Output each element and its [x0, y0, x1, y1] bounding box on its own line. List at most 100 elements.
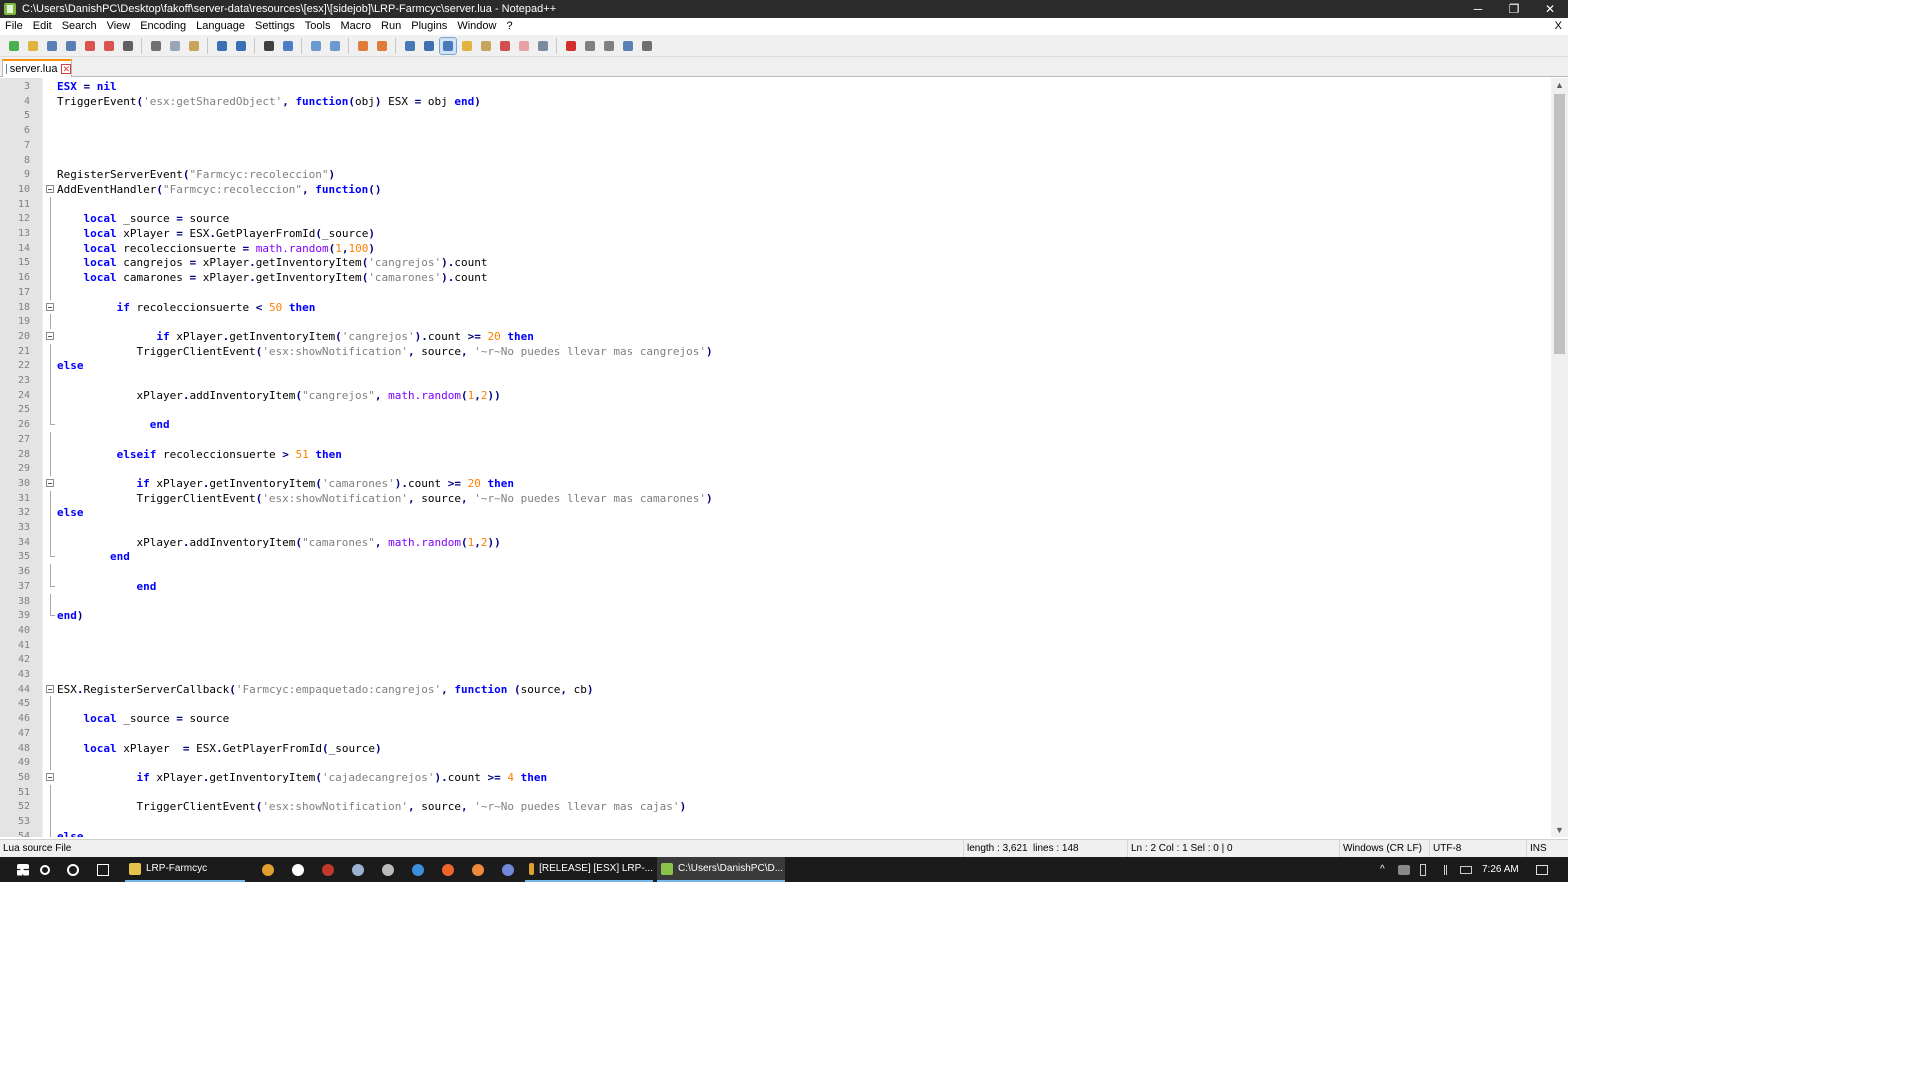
game-icon[interactable]	[313, 857, 343, 882]
code-line[interactable]: 16 local camarones = xPlayer.getInventor…	[0, 270, 1550, 286]
code-line[interactable]: 15 local cangrejos = xPlayer.getInventor…	[0, 255, 1550, 271]
code-text[interactable]: RegisterServerEvent("Farmcyc:recoleccion…	[57, 167, 335, 182]
folder-workspace-icon[interactable]	[516, 38, 532, 54]
browser-icon[interactable]	[463, 857, 493, 882]
run-macro-multiple-icon[interactable]	[620, 38, 636, 54]
code-line[interactable]: 50 if xPlayer.getInventoryItem('cajadeca…	[0, 770, 1550, 785]
vertical-scrollbar[interactable]: ▲ ▼	[1551, 78, 1568, 837]
replace-icon[interactable]	[280, 38, 296, 54]
code-line[interactable]: 51	[0, 784, 1550, 800]
code-text[interactable]: xPlayer.addInventoryItem("cangrejos", ma…	[57, 388, 500, 403]
code-text[interactable]: TriggerClientEvent('esx:showNotification…	[57, 491, 712, 506]
close-document-button[interactable]: X	[1555, 18, 1562, 35]
code-line[interactable]: 13 local xPlayer = ESX.GetPlayerFromId(_…	[0, 226, 1550, 241]
code-text[interactable]: else	[57, 505, 84, 520]
cortana-icon[interactable]	[58, 857, 88, 882]
code-text[interactable]: TriggerEvent('esx:getSharedObject', func…	[57, 94, 481, 109]
save-macro-icon[interactable]	[639, 38, 655, 54]
code-text[interactable]: xPlayer.addInventoryItem("camarones", ma…	[57, 535, 500, 550]
code-line[interactable]: 4 TriggerEvent('esx:getSharedObject', fun…	[0, 94, 1550, 109]
code-line[interactable]: 29	[0, 461, 1550, 477]
display-icon[interactable]	[1460, 866, 1472, 874]
zoom-in-icon[interactable]	[308, 38, 324, 54]
code-text[interactable]: else	[57, 358, 84, 373]
new-file-icon[interactable]	[6, 38, 22, 54]
code-line[interactable]: 45	[0, 696, 1550, 712]
fold-toggle-icon[interactable]	[46, 184, 54, 193]
doc-map-icon[interactable]	[478, 38, 494, 54]
tab-server-lua[interactable]: server.lua ✕	[2, 59, 72, 77]
menu-help[interactable]: ?	[501, 18, 517, 35]
volume-icon[interactable]	[1437, 865, 1447, 875]
notification-center-icon[interactable]	[1536, 865, 1548, 875]
show-all-chars-icon[interactable]	[421, 38, 437, 54]
code-text[interactable]: local xPlayer = ESX.GetPlayerFromId(_sou…	[57, 226, 375, 241]
code-line[interactable]: 7	[0, 138, 1550, 153]
taskbar-app-folder[interactable]: LRP-Farmcyc	[125, 857, 245, 882]
fold-toggle-icon[interactable]	[46, 302, 54, 311]
maximize-button[interactable]: ❐	[1496, 0, 1532, 18]
code-text[interactable]: local recoleccionsuerte = math.random(1,…	[57, 241, 375, 256]
code-text[interactable]: TriggerClientEvent('esx:showNotification…	[57, 344, 712, 359]
zoom-out-icon[interactable]	[327, 38, 343, 54]
udl-icon[interactable]	[459, 38, 475, 54]
network-icon[interactable]	[1398, 865, 1410, 875]
menu-encoding[interactable]: Encoding	[135, 18, 191, 35]
scroll-up-arrow-icon[interactable]: ▲	[1551, 78, 1568, 92]
code-line[interactable]: 35 end	[0, 549, 1550, 564]
code-line[interactable]: 21 TriggerClientEvent('esx:showNotificat…	[0, 343, 1550, 359]
paste-icon[interactable]	[186, 38, 202, 54]
code-text[interactable]: if xPlayer.getInventoryItem('cangrejos')…	[57, 329, 534, 344]
word-wrap-icon[interactable]	[402, 38, 418, 54]
code-line[interactable]: 20 if xPlayer.getInventoryItem('cangrejo…	[0, 329, 1550, 344]
code-line[interactable]: 6	[0, 123, 1550, 138]
code-line[interactable]: 33	[0, 520, 1550, 535]
origin-icon[interactable]	[433, 857, 463, 882]
menu-run[interactable]: Run	[376, 18, 406, 35]
code-text[interactable]: if xPlayer.getInventoryItem('camarones')…	[57, 476, 514, 491]
search-icon[interactable]	[30, 857, 60, 882]
code-line[interactable]: 48 local xPlayer = ESX.GetPlayerFromId(_…	[0, 740, 1550, 756]
code-line[interactable]: 17	[0, 284, 1550, 300]
monitoring-icon[interactable]	[535, 38, 551, 54]
fold-toggle-icon[interactable]	[46, 331, 54, 340]
code-line[interactable]: 39 end)	[0, 608, 1550, 623]
code-line[interactable]: 49	[0, 755, 1550, 771]
code-line[interactable]: 9 RegisterServerEvent("Farmcyc:recoleccio…	[0, 167, 1550, 182]
menu-language[interactable]: Language	[191, 18, 250, 35]
menu-tools[interactable]: Tools	[300, 18, 336, 35]
redo-icon[interactable]	[233, 38, 249, 54]
save-icon[interactable]	[44, 38, 60, 54]
code-text[interactable]: local cangrejos = xPlayer.getInventoryIt…	[57, 255, 488, 270]
code-text[interactable]: ESX.RegisterServerCallback('Farmcyc:empa…	[57, 682, 594, 697]
tab-close-icon[interactable]: ✕	[61, 64, 71, 74]
code-line[interactable]: 31 TriggerClientEvent('esx:showNotificat…	[0, 490, 1550, 506]
stop-record-icon[interactable]	[582, 38, 598, 54]
menu-search[interactable]: Search	[57, 18, 102, 35]
code-line[interactable]: 46 local _source = source	[0, 711, 1550, 727]
menu-file[interactable]: File	[0, 18, 28, 35]
store-icon[interactable]	[283, 857, 313, 882]
code-line[interactable]: 26 end	[0, 417, 1550, 432]
discord-icon[interactable]	[493, 857, 523, 882]
menu-macro[interactable]: Macro	[335, 18, 376, 35]
status-eol[interactable]: Windows (CR LF)	[1339, 840, 1422, 858]
code-line[interactable]: 22 else	[0, 358, 1550, 374]
code-text[interactable]: elseif recoleccionsuerte > 51 then	[57, 447, 342, 462]
menu-edit[interactable]: Edit	[28, 18, 57, 35]
cut-icon[interactable]	[148, 38, 164, 54]
sync-horizontal-icon[interactable]	[374, 38, 390, 54]
code-line[interactable]: 43	[0, 667, 1550, 682]
teamspeak-icon[interactable]	[403, 857, 433, 882]
code-text[interactable]: TriggerClientEvent('esx:showNotification…	[57, 799, 686, 814]
code-line[interactable]: 34 xPlayer.addInventoryItem("camarones",…	[0, 534, 1550, 550]
code-text[interactable]: local camarones = xPlayer.getInventoryIt…	[57, 270, 488, 285]
fold-toggle-icon[interactable]	[46, 684, 54, 693]
tray-expand-icon[interactable]: ^	[1380, 857, 1385, 882]
fold-toggle-icon[interactable]	[46, 772, 54, 781]
chrome-icon[interactable]	[253, 857, 283, 882]
code-text[interactable]: ESX = nil	[57, 79, 117, 94]
taskbar-app-chrome[interactable]: [RELEASE] [ESX] LRP-...	[525, 857, 653, 882]
task-view-icon[interactable]	[88, 857, 118, 882]
play-macro-icon[interactable]	[601, 38, 617, 54]
